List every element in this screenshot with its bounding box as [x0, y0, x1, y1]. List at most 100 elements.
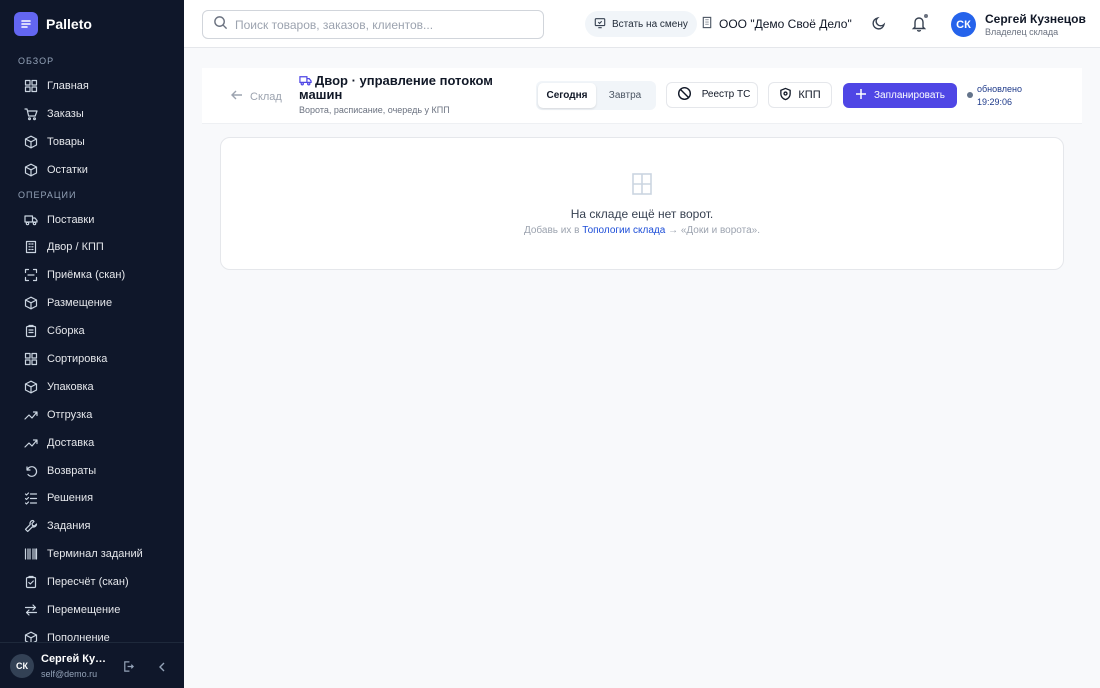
arrow-left-icon [230, 88, 244, 105]
header-user-name[interactable]: Сергей Кузнецов [985, 12, 1086, 26]
trend-icon [24, 436, 38, 450]
sidebar-item-label: Заказы [47, 107, 84, 120]
sidebar-item-label: Терминал заданий [47, 548, 143, 561]
updated-label: обновлено [977, 84, 1022, 94]
trend-icon [24, 408, 38, 422]
sidebar-item[interactable]: Сборка [0, 317, 184, 345]
sidebar-item[interactable]: Главная [0, 72, 184, 100]
bell-icon [911, 17, 927, 36]
org-selector[interactable]: ООО "Демо Своё Дело" [701, 16, 852, 32]
checkpoint-button[interactable]: КПП [768, 82, 832, 108]
notification-dot [923, 13, 929, 19]
sidebar-item[interactable]: Упаковка [0, 373, 184, 401]
sidebar-item-label: Товары [47, 135, 85, 148]
sidebar-item-label: Поставки [47, 213, 95, 226]
sidebar-item[interactable]: Поставки [0, 206, 184, 234]
door-icon [631, 172, 653, 201]
undo-icon [24, 464, 38, 478]
sidebar-item[interactable]: Задания [0, 512, 184, 540]
swap-icon [24, 603, 38, 617]
checkpoint-label: КПП [798, 89, 821, 101]
scan-icon [24, 268, 38, 282]
moon-icon[interactable] [871, 15, 887, 36]
avatar[interactable]: СК [10, 654, 34, 678]
truck-icon [24, 213, 38, 227]
sidebar: Palleto Обзор Главная Заказы Товары Остатки О… [0, 0, 184, 688]
brand[interactable]: Palleto [14, 12, 92, 36]
empty-hint-before: Добавь их в [523, 225, 583, 236]
search-box[interactable] [202, 10, 544, 39]
wrench-icon [24, 519, 38, 533]
start-shift-button[interactable]: Встать на смену [585, 11, 697, 37]
sidebar-item-label: Доставка [47, 436, 95, 449]
top-header: Встать на смену ООО "Демо Своё Дело" СК … [184, 0, 1100, 48]
search-icon [213, 15, 228, 35]
updated-status: обновлено 19:29:06 [967, 83, 1022, 109]
schedule-label: Запланировать [874, 90, 945, 101]
warehouse-topology-link[interactable]: Топологии склада [582, 225, 665, 236]
box-icon [24, 135, 38, 149]
sidebar-item[interactable]: Двор / КПП [0, 233, 184, 261]
sidebar-item[interactable]: Остатки [0, 156, 184, 184]
sidebar-item-label: Задания [47, 520, 91, 533]
sidebar-item-label: Остатки [47, 163, 88, 176]
clipboard-icon [24, 324, 38, 338]
sidebar-item[interactable]: Отгрузка [0, 401, 184, 429]
updated-time: 19:29:06 [977, 97, 1013, 107]
grid-icon [24, 352, 38, 366]
nav-section-title: Операции [18, 189, 77, 200]
sidebar-item-label: Главная [47, 79, 89, 92]
logout-icon[interactable] [122, 660, 135, 678]
tab-tomorrow[interactable]: Завтра [596, 83, 654, 108]
sidebar-item[interactable]: Заказы [0, 100, 184, 128]
page-heading: Двор · управление потоком машин Ворота, … [299, 74, 499, 116]
palleto-logo-icon [14, 12, 38, 36]
user-name: Сергей Кузнецов [41, 653, 109, 665]
building-icon [24, 240, 38, 254]
sidebar-item[interactable]: Возвраты [0, 457, 184, 485]
back-label: Склад [250, 90, 282, 103]
sidebar-item[interactable]: Сортировка [0, 345, 184, 373]
sidebar-item[interactable]: Размещение [0, 289, 184, 317]
schedule-button[interactable]: Запланировать [843, 83, 957, 108]
vehicle-registry-button[interactable]: Реестр ТС [666, 82, 758, 108]
checklist-icon [24, 491, 38, 506]
start-shift-label: Встать на смену [612, 18, 688, 30]
sidebar-item[interactable]: Приёмка (скан) [0, 261, 184, 289]
cart-icon [24, 107, 38, 121]
collapse-sidebar-icon[interactable] [156, 660, 168, 678]
sidebar-item-label: Перемещение [47, 603, 121, 616]
tab-today[interactable]: Сегодня [538, 83, 596, 108]
sidebar-item[interactable]: Пересчёт (скан) [0, 568, 184, 596]
back-link[interactable]: Склад [230, 88, 282, 105]
sidebar-item[interactable]: Решения [0, 484, 184, 512]
sidebar-item[interactable]: Терминал заданий [0, 540, 184, 568]
updated-text: обновлено 19:29:06 [977, 83, 1022, 109]
truck-icon [299, 76, 312, 86]
day-switch: Сегодня Завтра [536, 81, 656, 110]
sidebar-item-label: Решения [47, 492, 94, 505]
sidebar-item[interactable]: Товары [0, 128, 184, 156]
nav-section-title: Обзор [18, 56, 55, 66]
page-toolbar: Склад Двор · управление потоком машин Во… [202, 68, 1082, 124]
monitor-icon [594, 17, 606, 32]
notifications-button[interactable] [911, 13, 929, 37]
user-email: self@demo.ru [41, 669, 98, 679]
page-subtitle: Ворота, расписание, очередь у КПП [299, 105, 450, 115]
sidebar-item-label: Пересчёт (скан) [47, 576, 129, 589]
sidebar-item-label: Возвраты [47, 464, 97, 477]
search-input[interactable] [235, 17, 525, 32]
sidebar-footer: СК Сергей Кузнецов self@demo.ru [0, 642, 184, 688]
sidebar-item[interactable]: Доставка [0, 429, 184, 457]
sidebar-item-label: Двор / КПП [47, 241, 104, 254]
header-avatar[interactable]: СК [951, 12, 976, 37]
shield-icon [779, 87, 792, 104]
empty-title: На складе ещё нет ворот. [570, 207, 714, 221]
empty-hint-after: → «Доки и ворота». [665, 225, 760, 236]
sidebar-item[interactable]: Пополнение [0, 624, 184, 642]
brand-name: Palleto [46, 16, 92, 32]
sidebar-item-label: Отгрузка [47, 408, 93, 421]
sidebar-item[interactable]: Перемещение [0, 596, 184, 624]
grid-icon [24, 79, 38, 93]
box-icon [24, 631, 38, 642]
